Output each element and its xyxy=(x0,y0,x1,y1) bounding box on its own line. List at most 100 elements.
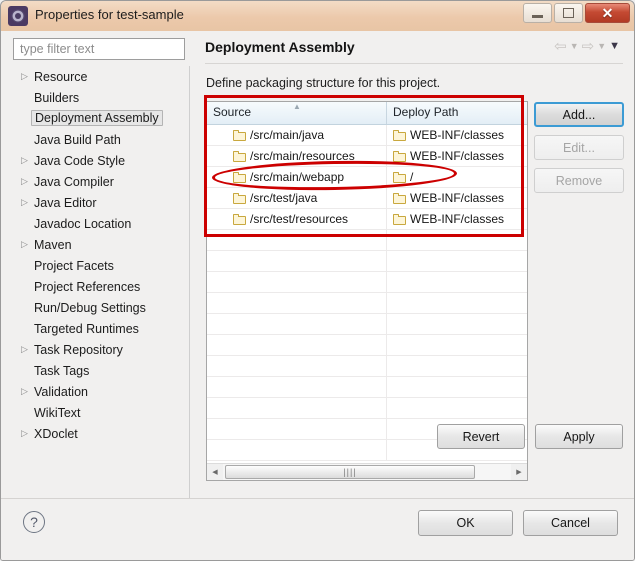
sidebar-item-label: Project Facets xyxy=(34,259,114,273)
table-header: Source ▲ Deploy Path xyxy=(207,102,527,125)
table-row[interactable]: /src/main/webapp / xyxy=(207,167,527,188)
sidebar-item-label: WikiText xyxy=(34,406,81,420)
sidebar-item-java-editor[interactable]: ▷ Java Editor xyxy=(13,192,189,213)
sidebar-item-label: Project References xyxy=(34,280,140,294)
filter-placeholder: type filter text xyxy=(20,42,94,56)
sidebar-item-run-debug-settings[interactable]: Run/Debug Settings xyxy=(13,297,189,318)
expand-arrow-icon[interactable]: ▷ xyxy=(21,198,34,207)
back-dropdown-icon[interactable]: ▼ xyxy=(570,42,579,51)
pane-navigation: ⇦ ▼ ⇨ ▼ ▼ xyxy=(554,39,620,54)
cell-text: /src/test/java xyxy=(250,191,317,205)
expand-arrow-icon[interactable]: ▷ xyxy=(21,387,34,396)
restore-button[interactable] xyxy=(554,3,583,23)
sidebar-item-task-tags[interactable]: Task Tags xyxy=(13,360,189,381)
scroll-left-icon[interactable]: ◀ xyxy=(207,464,223,480)
table-row[interactable]: /src/main/resources WEB-INF/classes xyxy=(207,146,527,167)
sidebar-item-xdoclet[interactable]: ▷ XDoclet xyxy=(13,423,189,444)
screenshot-root: Properties for test-sample ✕ type filter… xyxy=(0,0,635,561)
form-action-buttons: Revert Apply xyxy=(437,424,623,449)
cell-source: /src/main/resources xyxy=(207,146,387,167)
cell-source: /src/main/java xyxy=(207,125,387,146)
sidebar-item-java-compiler[interactable]: ▷ Java Compiler xyxy=(13,171,189,192)
page-title: Deployment Assembly xyxy=(205,39,355,55)
apply-button[interactable]: Apply xyxy=(535,424,623,449)
table-row[interactable]: /src/test/resources WEB-INF/classes xyxy=(207,209,527,230)
table-row[interactable]: /src/test/java WEB-INF/classes xyxy=(207,188,527,209)
scroll-right-icon[interactable]: ▶ xyxy=(511,464,527,480)
expand-arrow-icon[interactable]: ▷ xyxy=(21,72,34,81)
sidebar-item-label: Validation xyxy=(34,385,88,399)
table-action-buttons: Add... Edit... Remove xyxy=(534,102,624,193)
dialog-buttons: OK Cancel xyxy=(418,510,618,536)
scrollbar-track[interactable]: |||| xyxy=(223,464,511,480)
ok-button[interactable]: OK xyxy=(418,510,513,536)
sidebar-item-label: Run/Debug Settings xyxy=(34,301,146,315)
table-empty-row xyxy=(207,335,527,356)
cell-text: WEB-INF/classes xyxy=(410,128,504,142)
window-controls: ✕ xyxy=(523,3,630,23)
sidebar-item-java-code-style[interactable]: ▷ Java Code Style xyxy=(13,150,189,171)
expand-arrow-icon[interactable]: ▷ xyxy=(21,429,34,438)
cell-text: / xyxy=(410,170,413,184)
revert-button[interactable]: Revert xyxy=(437,424,525,449)
help-icon[interactable]: ? xyxy=(23,511,45,533)
table-empty-row xyxy=(207,377,527,398)
cell-text: /src/main/java xyxy=(250,128,324,142)
folder-icon xyxy=(393,130,406,141)
sidebar-item-label: Maven xyxy=(34,238,72,252)
sidebar-item-label: Resource xyxy=(34,70,88,84)
sidebar-item-targeted-runtimes[interactable]: Targeted Runtimes xyxy=(13,318,189,339)
cell-text: /src/test/resources xyxy=(250,212,348,226)
window-title: Properties for test-sample xyxy=(35,7,184,22)
scrollbar-thumb[interactable]: |||| xyxy=(225,465,475,479)
minimize-icon xyxy=(532,15,543,18)
folder-icon xyxy=(393,193,406,204)
sidebar-item-label: Java Code Style xyxy=(34,154,125,168)
sidebar-item-deployment-assembly[interactable]: Deployment Assembly xyxy=(13,108,189,129)
folder-icon xyxy=(393,172,406,183)
folder-icon xyxy=(233,130,246,141)
sidebar-item-java-build-path[interactable]: Java Build Path xyxy=(13,129,189,150)
sidebar-item-validation[interactable]: ▷ Validation xyxy=(13,381,189,402)
expand-arrow-icon[interactable]: ▷ xyxy=(21,240,34,249)
expand-arrow-icon[interactable]: ▷ xyxy=(21,345,34,354)
back-arrow-icon[interactable]: ⇦ xyxy=(554,39,567,54)
sidebar-item-project-facets[interactable]: Project Facets xyxy=(13,255,189,276)
cell-source: /src/test/resources xyxy=(207,209,387,230)
menu-dropdown-icon[interactable]: ▼ xyxy=(609,41,620,52)
sidebar-item-builders[interactable]: Builders xyxy=(13,87,189,108)
add-button[interactable]: Add... xyxy=(534,102,624,127)
column-header-label: Source xyxy=(213,105,251,119)
horizontal-scrollbar[interactable]: ◀ |||| ▶ xyxy=(207,463,527,480)
properties-dialog: Properties for test-sample ✕ type filter… xyxy=(0,0,635,561)
cell-deploy-path: WEB-INF/classes xyxy=(387,188,527,209)
forward-dropdown-icon[interactable]: ▼ xyxy=(597,42,606,51)
minimize-button[interactable] xyxy=(523,3,552,23)
sidebar-item-project-references[interactable]: Project References xyxy=(13,276,189,297)
expand-arrow-icon[interactable]: ▷ xyxy=(21,177,34,186)
sidebar-item-label: Deployment Assembly xyxy=(31,110,163,126)
forward-arrow-icon[interactable]: ⇨ xyxy=(582,39,595,54)
cell-text: /src/main/webapp xyxy=(250,170,344,184)
scrollbar-grip-icon: |||| xyxy=(343,468,356,477)
column-header-deploy-path[interactable]: Deploy Path xyxy=(387,102,527,124)
table-empty-row xyxy=(207,251,527,272)
expand-arrow-icon[interactable]: ▷ xyxy=(21,156,34,165)
sidebar-item-javadoc-location[interactable]: Javadoc Location xyxy=(13,213,189,234)
sidebar-item-resource[interactable]: ▷ Resource xyxy=(13,66,189,87)
column-header-source[interactable]: Source ▲ xyxy=(207,102,387,124)
restore-icon xyxy=(563,8,574,18)
remove-button: Remove xyxy=(534,168,624,193)
cell-text: /src/main/resources xyxy=(250,149,355,163)
settings-tree[interactable]: ▷ Resource Builders Deployment Assembly … xyxy=(13,66,190,510)
close-button[interactable]: ✕ xyxy=(585,3,630,23)
sidebar-item-task-repository[interactable]: ▷ Task Repository xyxy=(13,339,189,360)
table-row[interactable]: /src/main/java WEB-INF/classes xyxy=(207,125,527,146)
close-icon: ✕ xyxy=(602,6,614,20)
sidebar-item-maven[interactable]: ▷ Maven xyxy=(13,234,189,255)
cancel-button[interactable]: Cancel xyxy=(523,510,618,536)
sidebar-item-wikitext[interactable]: WikiText xyxy=(13,402,189,423)
folder-icon xyxy=(393,214,406,225)
folder-icon xyxy=(233,151,246,162)
filter-input[interactable]: type filter text xyxy=(13,38,185,60)
